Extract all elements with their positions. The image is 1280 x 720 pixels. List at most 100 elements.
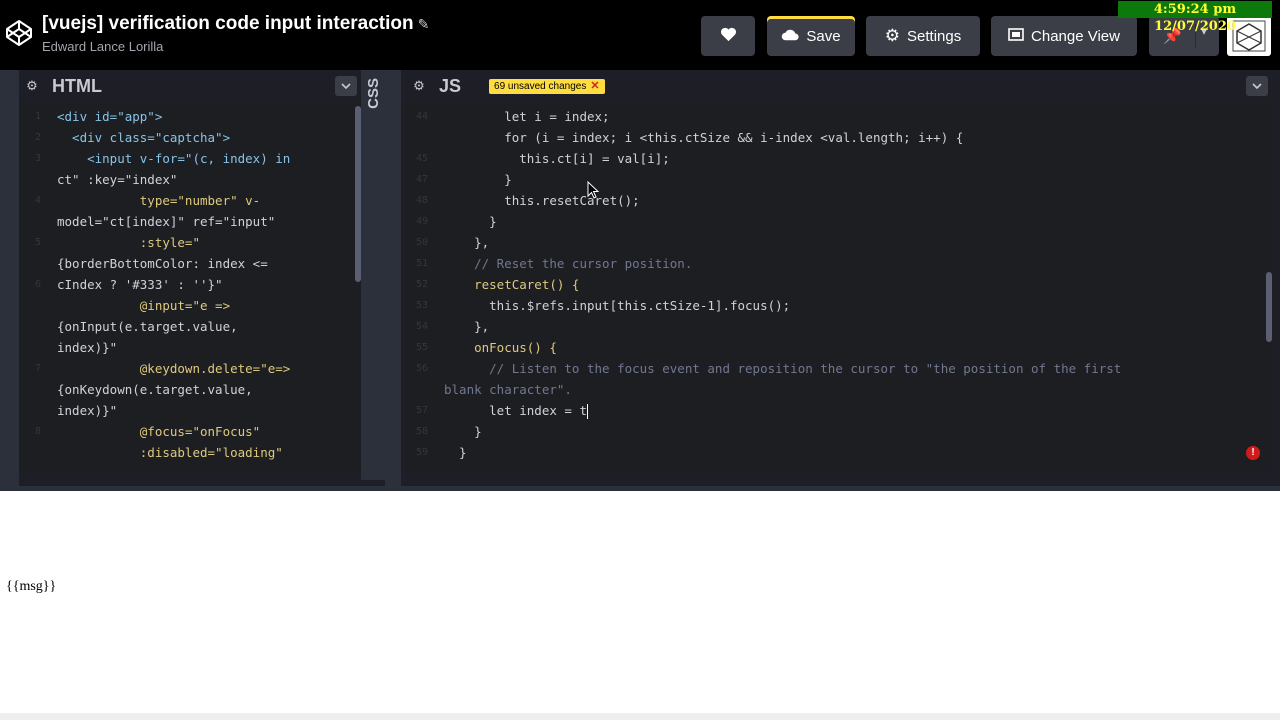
line-number: 59: [415, 447, 428, 458]
unsaved-changes-badge[interactable]: 69 unsaved changes ✕: [489, 78, 605, 94]
code-text: onFocus() {: [444, 340, 557, 355]
code-line: this.resetCaret();: [444, 190, 639, 211]
code-text: index)}": [57, 340, 118, 355]
code-line: this.ct[i] = val[i];: [444, 148, 670, 169]
code-text: resetCaret() {: [444, 277, 580, 292]
code-text: type="number" v-: [57, 193, 261, 208]
line-number: 45: [415, 153, 428, 164]
line-number: 55: [415, 342, 428, 353]
line-number: 4: [34, 195, 41, 206]
settings-button[interactable]: ⚙ Settings: [866, 16, 980, 56]
html-collapse-button[interactable]: [335, 76, 357, 96]
code-text: <div id="app">: [57, 109, 163, 124]
code-line: {onInput(e.target.value,: [57, 316, 238, 337]
preview-pane[interactable]: {{msg}}: [0, 491, 1280, 720]
line-number: 49: [415, 216, 428, 227]
code-line: }: [444, 421, 482, 442]
author-name[interactable]: Edward Lance Lorilla: [42, 39, 163, 54]
js-panel-title: JS: [439, 75, 462, 96]
layout-icon: [1008, 27, 1024, 45]
line-number: 56: [415, 363, 428, 374]
code-text: for (i = index; i <this.ctSize && i-inde…: [444, 130, 964, 145]
code-line: @focus="onFocus": [57, 421, 260, 442]
code-line: @input="e =>: [57, 295, 230, 316]
chevron-down-icon: [341, 83, 351, 89]
line-number: 52: [415, 279, 428, 290]
code-line: <div id="app">: [57, 106, 162, 127]
clock-overlay: 4:59:24 pm 12/07/2020: [1118, 1, 1272, 34]
line-number: 54: [415, 321, 428, 332]
change-view-label: Change View: [1031, 27, 1120, 45]
code-line: onFocus() {: [444, 337, 557, 358]
line-number: 57: [415, 405, 428, 416]
codepen-logo-icon[interactable]: [4, 18, 34, 48]
settings-label: Settings: [907, 27, 962, 45]
code-text: // Listen to the focus event and reposit…: [444, 361, 1122, 376]
unsaved-changes-label: 69 unsaved changes: [494, 80, 587, 92]
save-button[interactable]: Save: [767, 16, 855, 56]
line-number: 7: [34, 363, 41, 374]
pen-title-text: [vuejs] verification code input interact…: [42, 13, 414, 34]
code-text: },: [444, 319, 490, 334]
html-scrollbar[interactable]: [355, 106, 361, 282]
code-text: :style=": [57, 235, 200, 250]
code-line: index)}": [57, 337, 117, 358]
line-number: 2: [34, 132, 41, 143]
code-line: @keydown.delete="e=>: [57, 358, 291, 379]
close-icon[interactable]: ✕: [590, 79, 599, 94]
html-gutter: 1 2 3 4 5 6 7 8: [19, 102, 49, 472]
code-line: <input v-for="(c, index) in: [57, 148, 290, 169]
pen-title[interactable]: [vuejs] verification code input interact…: [42, 13, 429, 35]
editor-area: ⚙ HTML CSS ⚙ JS 69 unsaved changes ✕ 1 2…: [0, 70, 1280, 486]
code-line: }: [444, 169, 512, 190]
chevron-down-icon: [1252, 83, 1262, 89]
gear-icon[interactable]: ⚙: [406, 70, 432, 102]
code-line: cIndex ? '#333' : ''}": [57, 274, 223, 295]
code-line: {onKeydown(e.target.value,: [57, 379, 253, 400]
html-panel-title: HTML: [52, 75, 102, 96]
bottom-bar: [0, 713, 1280, 720]
panel-resizer[interactable]: [385, 70, 401, 486]
error-icon[interactable]: !: [1246, 446, 1260, 460]
line-number: 1: [34, 111, 41, 122]
code-text: :disabled="loading": [57, 445, 283, 460]
line-number: 51: [415, 258, 428, 269]
gear-icon[interactable]: ⚙: [19, 70, 45, 102]
change-view-button[interactable]: Change View: [991, 16, 1137, 56]
code-line: let i = index;: [444, 106, 609, 127]
js-collapse-button[interactable]: [1246, 76, 1268, 96]
code-text: {borderBottomColor: index <=: [57, 256, 268, 271]
code-text: {onKeydown(e.target.value,: [57, 382, 253, 397]
code-text: model="ct[index]" ref="input": [57, 214, 276, 229]
js-scrollbar[interactable]: [1266, 272, 1272, 342]
code-text: },: [444, 235, 490, 250]
line-number: 47: [415, 174, 428, 185]
code-line: index)}": [57, 400, 117, 421]
code-line: },: [444, 232, 489, 253]
line-number: 44: [415, 111, 428, 122]
gear-icon: ⚙: [884, 26, 901, 45]
pencil-icon[interactable]: ✎: [418, 16, 430, 32]
js-gutter: 44 45 47 48 49 50 51 52 53 54 55 56 57 5…: [406, 102, 436, 472]
code-line: model="ct[index]" ref="input": [57, 211, 275, 232]
code-line: ct" :key="index": [57, 169, 177, 190]
code-text: // Reset the cursor position.: [444, 256, 693, 271]
code-line: this.$refs.input[this.ctSize-1].focus();: [444, 295, 790, 316]
js-editor[interactable]: 44 45 47 48 49 50 51 52 53 54 55 56 57 5…: [406, 102, 1272, 472]
html-editor[interactable]: 1 2 3 4 5 6 7 8 <div id="app"> <div clas…: [19, 102, 361, 472]
line-number: 5: [34, 237, 41, 248]
code-line: :style=": [57, 232, 200, 253]
code-text: }: [444, 424, 482, 439]
code-text: <input v-for="(c, index) in: [57, 151, 291, 166]
line-number: 58: [415, 426, 428, 437]
code-text: @focus="onFocus": [57, 424, 261, 439]
code-text: <div class="captcha">: [57, 130, 231, 145]
love-button[interactable]: [701, 16, 755, 56]
js-panel-header: ⚙ JS 69 unsaved changes ✕: [406, 70, 1272, 102]
code-text: {onInput(e.target.value,: [57, 319, 238, 334]
code-text: this.$refs.input[this.ctSize-1].focus();: [444, 298, 791, 313]
code-line: :disabled="loading": [57, 442, 283, 463]
css-panel-collapsed[interactable]: CSS: [361, 70, 385, 480]
heart-icon: [720, 27, 737, 46]
code-text: cIndex ? '#333' : ''}": [57, 277, 223, 292]
